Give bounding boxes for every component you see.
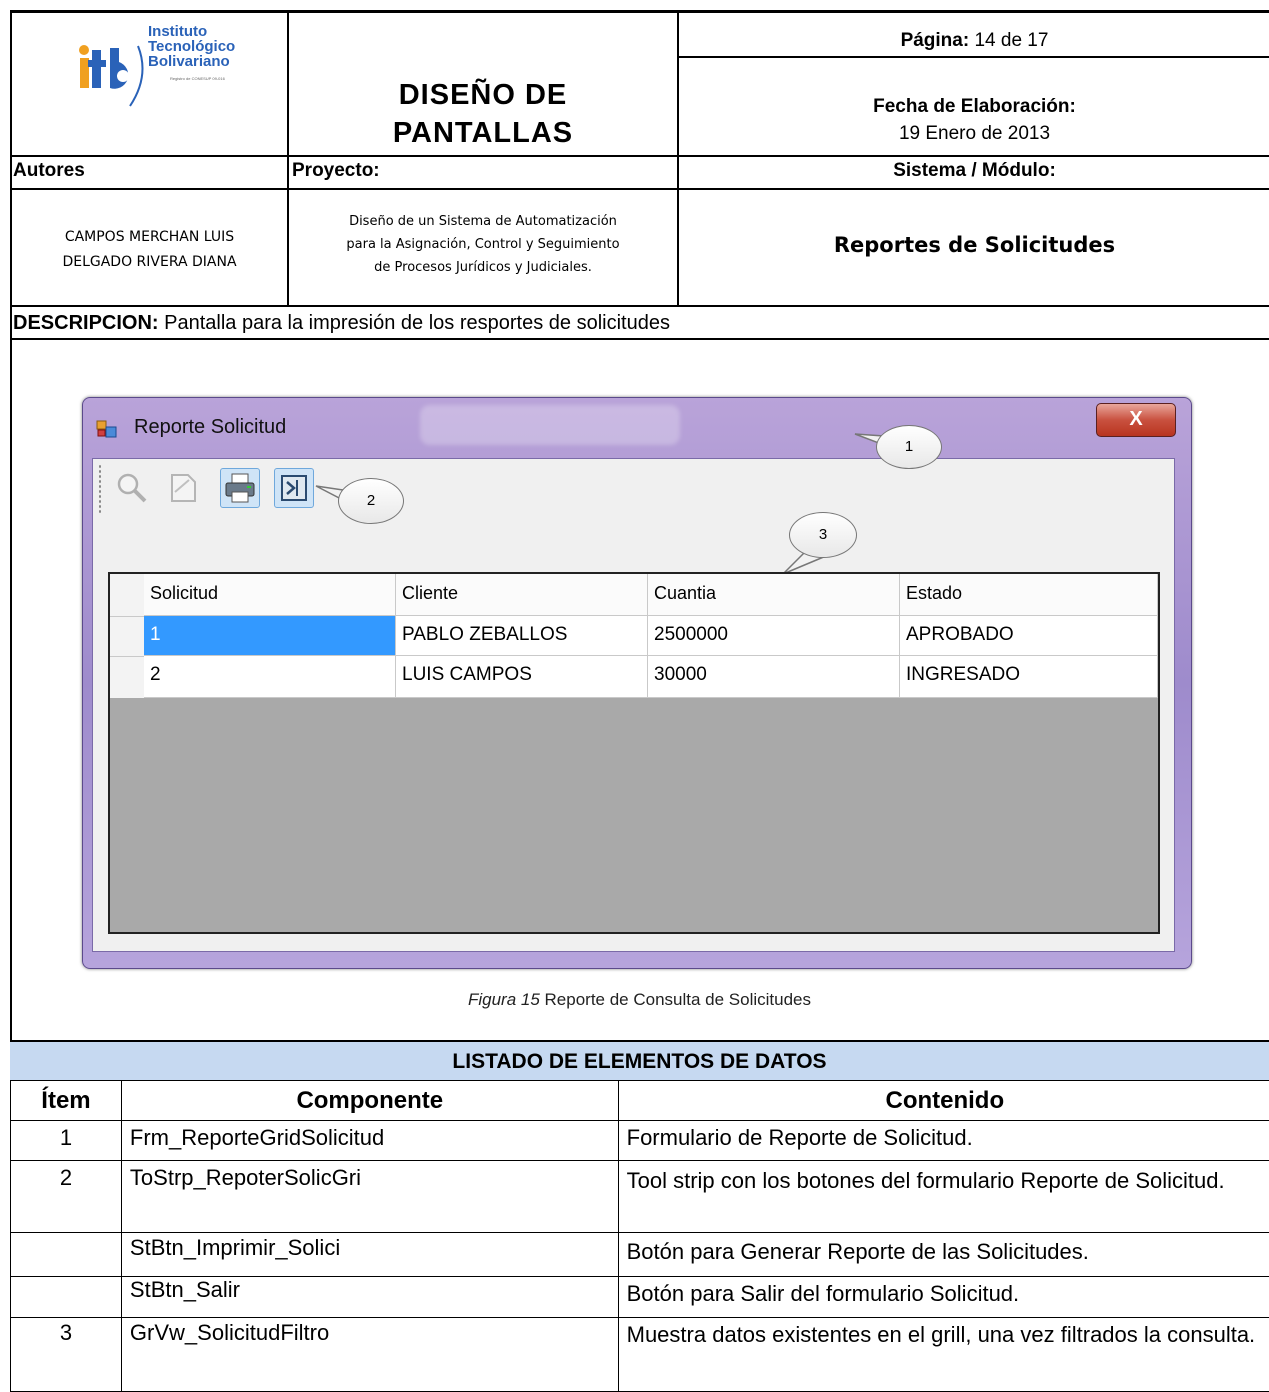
component-content: Botón para Salir del formulario Solicitu… (618, 1277, 1269, 1318)
column-header-estado[interactable]: Estado (900, 574, 1158, 616)
component-content: Formulario de Reporte de Solicitud. (618, 1121, 1269, 1161)
table-row: 1 Frm_ReporteGridSolicitud Formulario de… (11, 1121, 1269, 1161)
component-content: Botón para Generar Reporte de las Solici… (618, 1233, 1269, 1277)
component-name: Frm_ReporteGridSolicitud (121, 1121, 618, 1161)
column-header-cuantia[interactable]: Cuantia (648, 574, 900, 616)
table-cell[interactable]: LUIS CAMPOS (396, 656, 648, 698)
item-number: 1 (11, 1121, 122, 1161)
header-component: Componente (121, 1081, 618, 1121)
column-header-cliente[interactable]: Cliente (396, 574, 648, 616)
item-number (11, 1277, 122, 1318)
header-content: Contenido (618, 1081, 1269, 1121)
item-number (11, 1233, 122, 1277)
item-number: 2 (11, 1161, 122, 1233)
table-cell[interactable]: INGRESADO (900, 656, 1158, 698)
table-header-row: Ítem Componente Contenido (11, 1081, 1269, 1121)
listing-title: LISTADO DE ELEMENTOS DE DATOS (10, 1042, 1269, 1080)
component-name: ToStrp_RepoterSolicGri (121, 1161, 618, 1233)
table-row: StBtn_Salir Botón para Salir del formula… (11, 1277, 1269, 1318)
component-name: GrVw_SolicitudFiltro (121, 1318, 618, 1392)
column-header-solicitud[interactable]: Solicitud (144, 574, 396, 616)
table-row: 3 GrVw_SolicitudFiltro Muestra datos exi… (11, 1318, 1269, 1392)
callout-1: 1 (876, 425, 942, 469)
data-elements-table: Ítem Componente Contenido 1 Frm_ReporteG… (10, 1080, 1269, 1392)
component-content: Muestra datos existentes en el grill, un… (618, 1318, 1269, 1392)
table-cell[interactable]: 2500000 (648, 616, 900, 656)
callout-2: 2 (338, 478, 404, 524)
component-name: StBtn_Imprimir_Solici (121, 1233, 618, 1277)
table-cell[interactable]: APROBADO (900, 616, 1158, 656)
table-cell[interactable]: 30000 (648, 656, 900, 698)
component-content: Tool strip con los botones del formulari… (618, 1161, 1269, 1233)
figure-caption: Figura 15 Reporte de Consulta de Solicit… (10, 990, 1269, 1010)
table-cell[interactable]: 2 (144, 656, 396, 698)
component-name: StBtn_Salir (121, 1277, 618, 1318)
item-number: 3 (11, 1318, 122, 1392)
table-cell[interactable]: 1 (144, 616, 396, 656)
table-row: 2 ToStrp_RepoterSolicGri Tool strip con … (11, 1161, 1269, 1233)
table-cell[interactable]: PABLO ZEBALLOS (396, 616, 648, 656)
table-row: StBtn_Imprimir_Solici Botón para Generar… (11, 1233, 1269, 1277)
divider (110, 656, 144, 657)
callout-3: 3 (789, 512, 857, 558)
header-item: Ítem (11, 1081, 122, 1121)
divider (110, 616, 144, 617)
row-header-column (110, 574, 145, 698)
